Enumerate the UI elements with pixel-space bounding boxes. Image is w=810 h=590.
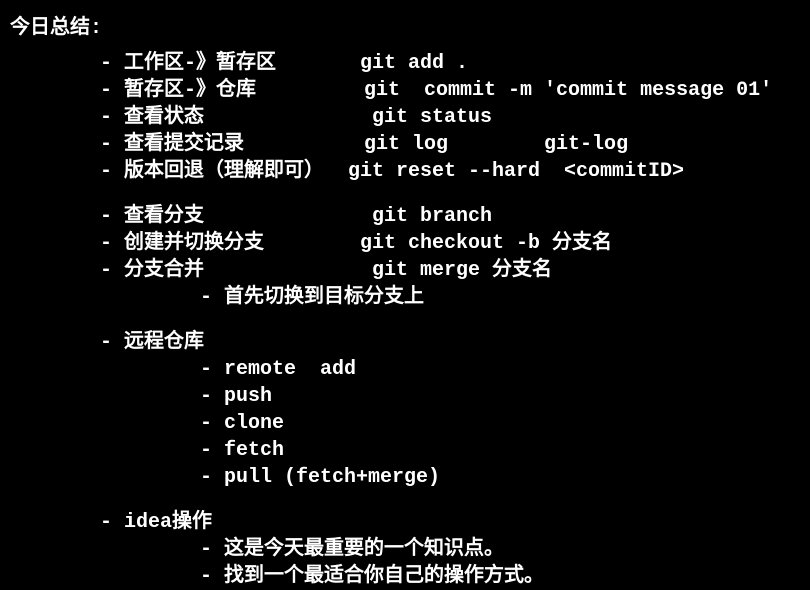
item-log: - 查看提交记录 git log git-log bbox=[10, 131, 800, 158]
item-reset: - 版本回退（理解即可） git reset --hard <commitID> bbox=[10, 158, 800, 185]
item-idea: - idea操作 bbox=[10, 509, 800, 536]
item-remote: - 远程仓库 bbox=[10, 329, 800, 356]
item-idea-note1: - 这是今天最重要的一个知识点。 bbox=[10, 536, 800, 563]
item-idea-note2: - 找到一个最适合你自己的操作方式。 bbox=[10, 563, 800, 590]
item-working-to-stage: - 工作区-》暂存区 git add . bbox=[10, 50, 800, 77]
item-fetch: - fetch bbox=[10, 437, 800, 464]
item-status: - 查看状态 git status bbox=[10, 104, 800, 131]
item-remote-add: - remote add bbox=[10, 356, 800, 383]
item-stage-to-repo: - 暂存区-》仓库 git commit -m 'commit message … bbox=[10, 77, 800, 104]
blank-line bbox=[10, 491, 800, 509]
item-clone: - clone bbox=[10, 410, 800, 437]
blank-line bbox=[10, 185, 800, 203]
item-merge-note: - 首先切换到目标分支上 bbox=[10, 284, 800, 311]
item-pull: - pull (fetch+merge) bbox=[10, 464, 800, 491]
summary-title: 今日总结: bbox=[10, 15, 800, 42]
item-checkout: - 创建并切换分支 git checkout -b 分支名 bbox=[10, 230, 800, 257]
item-branch: - 查看分支 git branch bbox=[10, 203, 800, 230]
item-merge: - 分支合并 git merge 分支名 bbox=[10, 257, 800, 284]
blank-line bbox=[10, 311, 800, 329]
item-push: - push bbox=[10, 383, 800, 410]
